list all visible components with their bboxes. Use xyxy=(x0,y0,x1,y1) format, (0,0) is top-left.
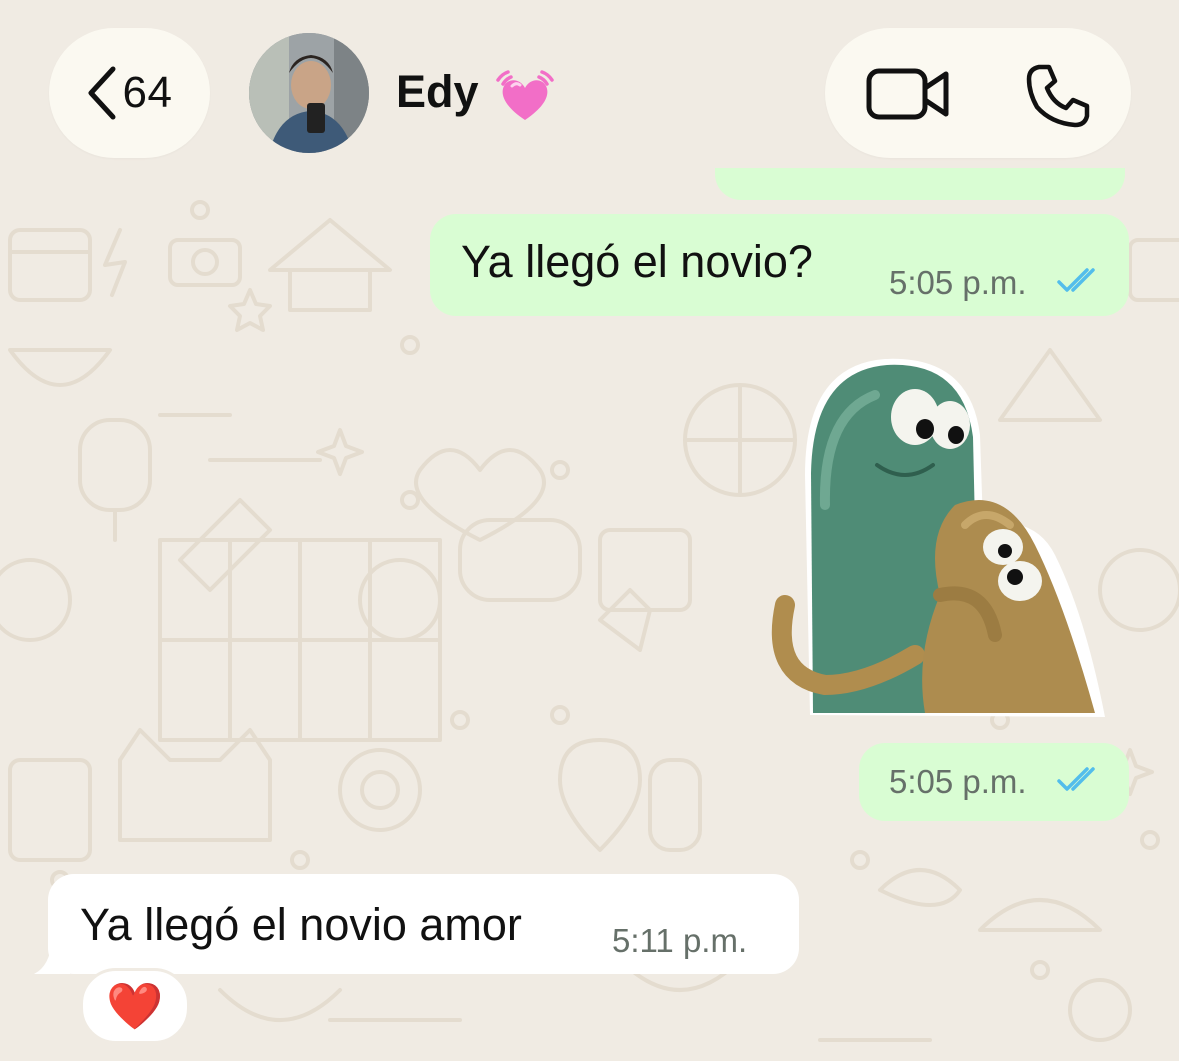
avatar-photo xyxy=(249,33,369,153)
sticker-clay-creatures[interactable] xyxy=(765,355,1105,720)
reaction-badge[interactable]: ❤️ xyxy=(80,968,190,1044)
unread-count: 64 xyxy=(122,68,173,117)
message-bubble-outgoing[interactable]: Ya llegó el novio? 5:05 p.m. xyxy=(430,214,1129,316)
avatar[interactable] xyxy=(249,33,369,153)
sticker-time-bubble: 5:05 p.m. xyxy=(859,743,1129,821)
message-text: Ya llegó el novio? xyxy=(461,236,813,287)
message-text: Ya llegó el novio amor xyxy=(80,899,522,950)
message-bubble-incoming[interactable]: Ya llegó el novio amor 5:11 p.m. xyxy=(48,874,799,974)
message-time: 5:11 p.m. xyxy=(612,922,748,959)
read-receipt-icon xyxy=(1057,268,1095,292)
back-button[interactable]: 64 xyxy=(49,28,210,158)
red-heart-reaction-icon: ❤️ xyxy=(106,980,164,1032)
read-receipt-icon xyxy=(1057,767,1095,791)
call-actions xyxy=(825,28,1131,158)
beating-heart-emoji-icon xyxy=(496,70,554,120)
phone-icon[interactable] xyxy=(1025,63,1091,129)
message-time: 5:05 p.m. xyxy=(889,264,1027,301)
chevron-left-icon xyxy=(88,66,116,120)
video-camera-icon[interactable] xyxy=(866,66,950,122)
previous-message-bubble xyxy=(715,168,1125,200)
message-time: 5:05 p.m. xyxy=(889,763,1027,800)
contact-name[interactable]: Edy xyxy=(396,66,479,118)
